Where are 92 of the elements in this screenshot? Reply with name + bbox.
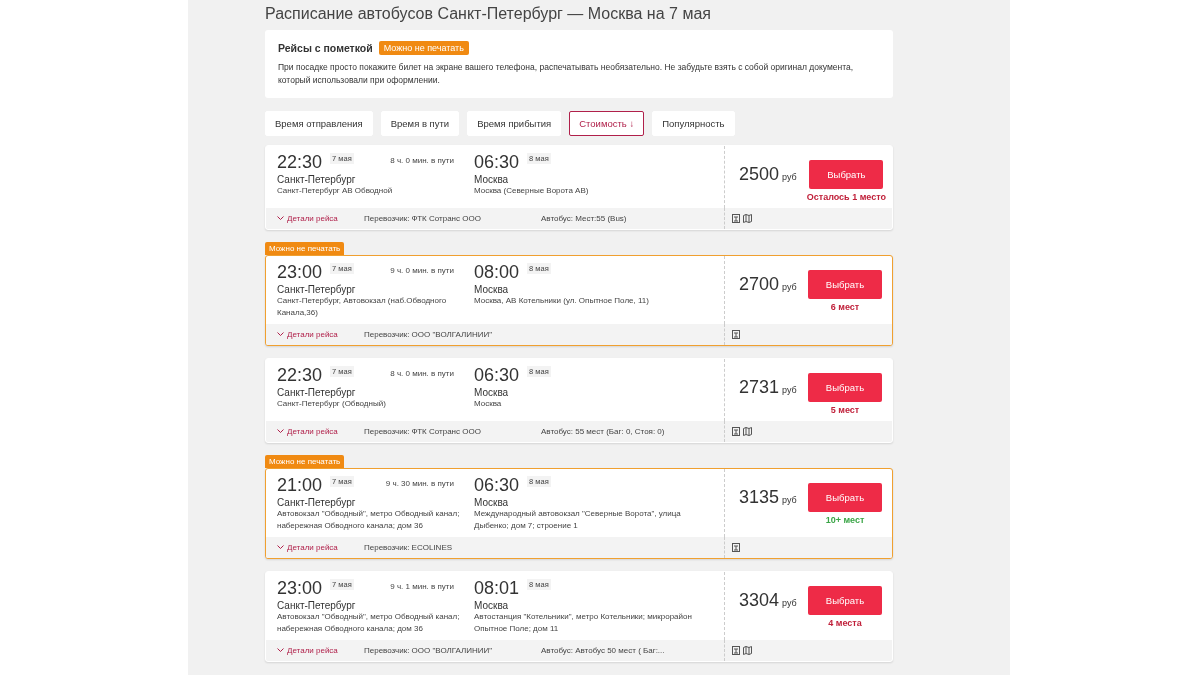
departure-city: Санкт-Петербург [277,174,357,185]
seat-map-icon [743,646,752,655]
bus-text: Автобус: Автобус 50 мест ( Баг:... [541,646,665,655]
departure-time: 21:00 [277,475,323,495]
notice-heading: Рейсы с пометкой [278,42,373,54]
price: 3304 [739,590,780,611]
price: 2731 [739,377,780,398]
currency: руб [782,172,797,182]
departure-city: Санкт-Петербург [277,497,357,508]
seat-map-icon [743,427,752,436]
chevron-down-icon [277,429,284,434]
currency: руб [782,598,797,608]
sort-tab[interactable]: Время отправления [265,111,373,136]
document-icon [732,427,740,436]
sort-tab[interactable]: Время прибытия [467,111,562,136]
arrival-station: Автостанция "Котельники", метро Котельники; микрорайон Опытное Поле; дом 11 [474,611,693,635]
chevron-down-icon [277,332,284,337]
trip-duration: 8 ч. 0 мин. в пути [390,156,455,165]
departure-time: 23:00 [277,262,323,282]
arrival-city: Москва [474,174,510,185]
arrival-city: Москва [474,284,510,295]
select-button[interactable]: Выбрать [808,270,882,299]
sort-tab[interactable]: Время в пути [380,111,460,136]
details-link[interactable]: Детали рейса [277,214,364,223]
trip-duration: 9 ч. 30 мин. в пути [385,479,455,488]
arrival-station: Москва (Северные Ворота АВ) [474,185,590,197]
select-button[interactable]: Выбрать [808,483,882,512]
arrival-time: 08:01 [474,578,520,598]
arrival-station: Международный автовокзал "Северные Ворота", улица Дыбенко; дом 7; строение 1 [474,508,682,532]
sort-tab[interactable]: Стоимость ↓ [569,111,645,136]
departure-station: Санкт-Петербург, Автовокзал (наб.Обводного Канала,36) [277,295,448,319]
price: 2500 [739,164,780,185]
details-link[interactable]: Детали рейса [277,330,364,339]
departure-station: Санкт-Петербург АВ Обводной [277,185,394,197]
trip-duration: 9 ч. 1 мин. в пути [390,582,455,591]
document-icon [732,543,740,552]
no-print-tag: Можно не печатать [265,242,345,255]
departure-time: 22:30 [277,152,323,172]
carrier-text: Перевозчик: ФТК Сотранс ООО [364,427,482,436]
departure-station: Санкт-Петербург (Обводный) [277,398,387,410]
arrival-station: Москва [474,398,503,410]
seat-map-icon [743,214,752,223]
trip-duration: 9 ч. 0 мин. в пути [390,266,455,275]
seats-left: Осталось 1 место [806,192,886,202]
page-title: Расписание автобусов Санкт-Петербург — Москва на 7 мая [265,4,712,24]
select-button[interactable]: Выбрать [809,160,884,189]
arrival-station: Москва, АВ Котельники (ул. Опытное Поле, 11) [474,295,650,307]
carrier-text: Перевозчик: ООО "ВОЛГАЛИНИИ" [364,330,494,339]
departure-time: 23:00 [277,578,323,598]
seats-left: 6 мест [830,302,860,312]
seats-left: 10+ мест [825,515,865,525]
seats-left: 5 мест [830,405,860,415]
arrival-city: Москва [474,600,510,611]
bus-text: Автобус: Мест:55 (Bus) [541,214,627,223]
arrival-city: Москва [474,387,510,398]
trip-duration: 8 ч. 0 мин. в пути [390,369,455,378]
carrier-text: Перевозчик: ООО "ВОЛГАЛИНИИ" [364,646,494,655]
departure-city: Санкт-Петербург [277,387,357,398]
departure-station: Автовокзал "Обводный", метро Обводный канал; набережная Обводного канала; дом 36 [277,508,461,532]
departure-city: Санкт-Петербург [277,284,357,295]
select-button[interactable]: Выбрать [808,373,882,402]
price: 3135 [739,487,780,508]
arrival-time: 06:30 [474,365,520,385]
details-link[interactable]: Детали рейса [277,646,364,655]
carrier-text: Перевозчик: ECOLINES [364,543,454,552]
departure-station: Автовокзал "Обводный", метро Обводный канал; набережная Обводного канала; дом 36 [277,611,461,635]
chevron-down-icon [277,216,284,221]
currency: руб [782,282,797,292]
departure-city: Санкт-Петербург [277,600,357,611]
price: 2700 [739,274,780,295]
details-link[interactable]: Детали рейса [277,427,364,436]
no-print-badge: Можно не печатать [378,41,469,55]
seats-left: 4 места [828,618,862,628]
document-icon [732,646,740,655]
departure-time: 22:30 [277,365,323,385]
sort-tab[interactable]: Популярность [652,111,735,136]
carrier-text: Перевозчик: ФТК Сотранс ООО [364,214,482,223]
chevron-down-icon [277,648,284,653]
document-icon [732,330,740,339]
bus-text: Автобус: 55 мест (Баг: 0, Стоя: 0) [541,427,665,436]
arrival-time: 06:30 [474,475,520,495]
document-icon [732,214,740,223]
notice-text: При посадке просто покажите билет на экране вашего телефона, распечатывать необязательно. Не забудьте взять с собой оригинал документа, который использовали при оформлении. [278,61,855,87]
arrival-time: 08:00 [474,262,520,282]
currency: руб [782,385,797,395]
arrival-time: 06:30 [474,152,520,172]
no-print-tag: Можно не печатать [265,455,345,468]
details-link[interactable]: Детали рейса [277,543,364,552]
select-button[interactable]: Выбрать [808,586,882,615]
currency: руб [782,495,797,505]
chevron-down-icon [277,545,284,550]
arrival-city: Москва [474,497,510,508]
